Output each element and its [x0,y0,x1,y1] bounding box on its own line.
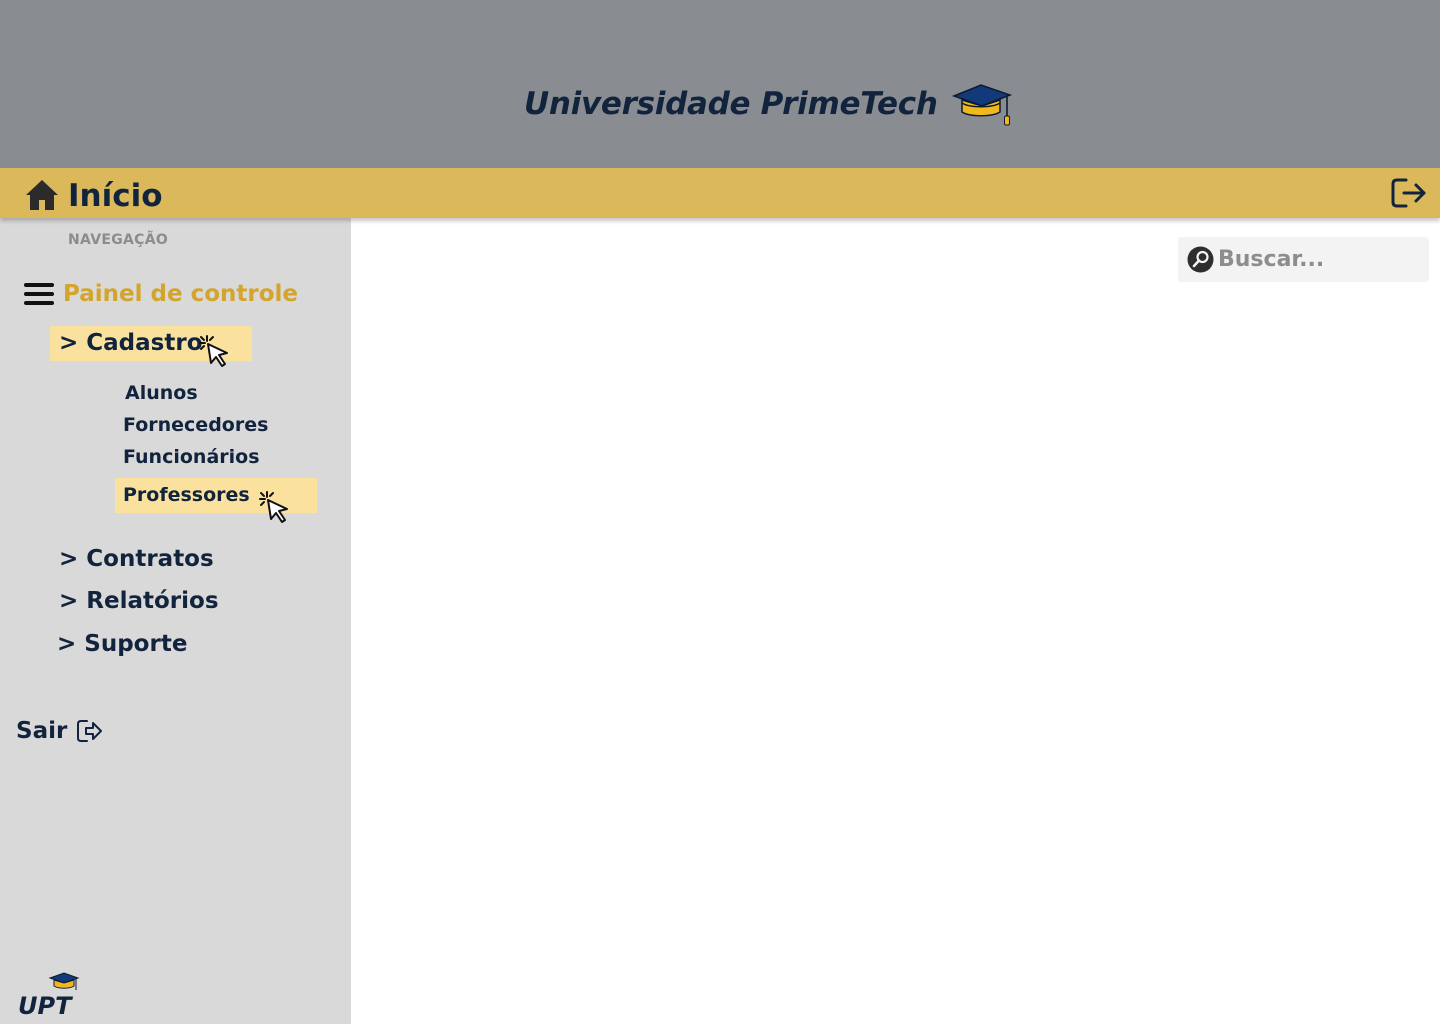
search-input[interactable] [1218,242,1418,277]
click-cursor-icon [259,491,288,523]
panel-title[interactable]: Painel de controle [63,281,298,307]
click-cursor-icon [199,335,228,367]
hamburger-menu-icon[interactable] [23,280,55,308]
page-title: Início [68,178,163,214]
sidebar-item-contratos[interactable]: > Contratos [59,546,214,572]
logout-icon [77,720,103,742]
brand: Universidade PrimeTech [524,74,1014,134]
nav-heading: NAVEGAÇÃO [68,232,169,248]
graduation-cap-icon [951,84,1012,126]
submenu-item-funcionarios[interactable]: Funcionários [123,446,260,468]
submenu-item-fornecedores[interactable]: Fornecedores [123,414,268,436]
search-box [1178,237,1429,282]
exit-label: Sair [16,718,68,744]
submenu-item-alunos[interactable]: Alunos [125,382,198,404]
exit-button[interactable]: Sair [16,718,103,744]
upt-logo: UPT [18,972,80,1018]
sidebar-item-relatorios[interactable]: > Relatórios [59,588,219,614]
home-icon [26,180,58,210]
submenu-item-label: Professores [123,484,250,506]
sidebar: NAVEGAÇÃO Painel de controle > Cadastro … [0,218,351,1024]
sidebar-item-suporte[interactable]: > Suporte [57,631,187,657]
search-icon [1187,246,1214,273]
logo-text: UPT [18,992,73,1018]
logout-icon[interactable] [1390,176,1428,210]
home-bar: Início [0,168,1440,218]
app-header: Universidade PrimeTech [0,0,1440,168]
brand-title: Universidade PrimeTech [524,86,938,122]
sidebar-item-label: > Cadastro [59,330,203,356]
